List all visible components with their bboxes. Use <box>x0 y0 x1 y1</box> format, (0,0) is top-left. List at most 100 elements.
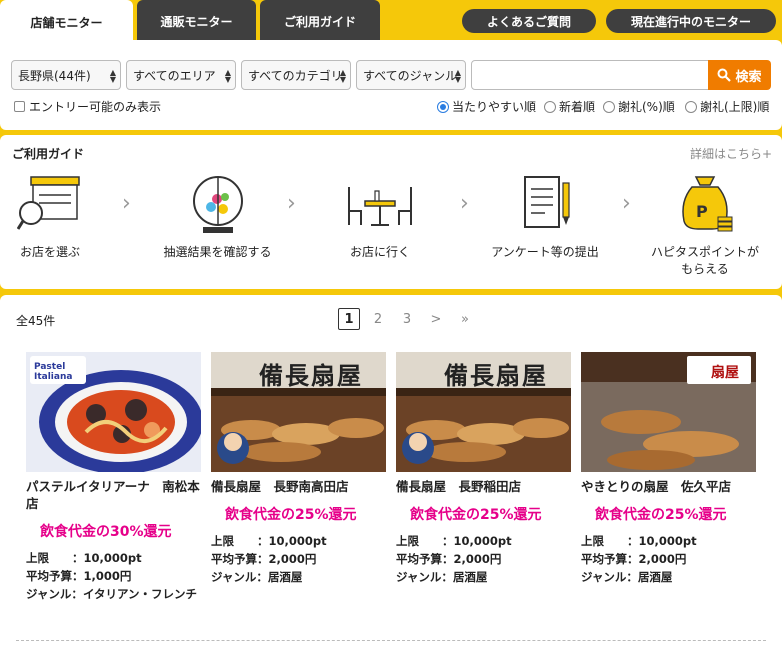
select-arrows-icon: ▲ ▼ <box>339 68 346 84</box>
budget-value: 2,000円 <box>268 552 317 566</box>
tab-mailorder-monitor[interactable]: 通販モニター <box>137 0 256 42</box>
shop-card[interactable]: 扇屋 やきとりの扇屋 佐久平店 飲食代金の25%還元 上限 ：10,000pt … <box>581 352 756 586</box>
prefecture-select[interactable]: 長野県(44件) ▲ ▼ <box>11 60 121 90</box>
guide-step-label: お店に行く <box>349 245 410 259</box>
shop-limit: 上限 ：10,000pt <box>26 549 201 567</box>
budget-label: 平均予算： <box>26 569 84 583</box>
shop-reward: 飲食代金の25%還元 <box>595 507 727 523</box>
search-button-label: 検索 <box>735 69 762 85</box>
document-pen-icon <box>524 176 570 228</box>
limit-value: 10,000pt <box>453 534 512 548</box>
genre-value: イタリアン・フレンチ <box>82 587 198 601</box>
page-2[interactable]: 2 <box>367 308 389 330</box>
shop-budget: 平均予算：2,000円 <box>211 550 386 568</box>
shop-thumbnail[interactable]: 扇屋 <box>581 352 756 472</box>
sort-option-new[interactable]: 新着順 <box>544 98 595 115</box>
guide-step-label: アンケート等の提出 <box>491 245 599 259</box>
shop-genre: ジャンル：イタリアン・フレンチ <box>26 585 201 603</box>
shop-logo: 扇屋 <box>711 365 739 381</box>
shop-genre: ジャンル：居酒屋 <box>396 568 571 586</box>
sort-radio[interactable] <box>544 100 556 113</box>
genre-label: ジャンル： <box>396 570 453 584</box>
budget-label: 平均予算： <box>396 552 454 566</box>
genre-select-value: すべてのジャンル <box>363 68 458 83</box>
guide-step-visit: お店に行く <box>335 173 425 260</box>
shop-search-icon <box>17 176 80 230</box>
budget-value: 2,000円 <box>453 552 502 566</box>
entry-only-checkbox[interactable] <box>14 101 25 112</box>
limit-label: 上限 ： <box>26 551 84 565</box>
guide-more-link[interactable]: 詳細はこちら+ <box>690 145 772 162</box>
shop-thumbnail[interactable]: 備長扇屋 <box>396 352 571 472</box>
current-monitors-button[interactable]: 現在進行中のモニター <box>606 9 776 33</box>
shop-name[interactable]: 備長扇屋 長野南高田店 <box>211 478 386 495</box>
area-select[interactable]: すべてのエリア ▲ ▼ <box>126 60 236 90</box>
category-select[interactable]: すべてのカテゴリ ▲ ▼ <box>241 60 351 90</box>
budget-value: 1,000円 <box>83 569 132 583</box>
shop-logo: 備長扇屋 <box>444 362 548 390</box>
shop-logo: 備長扇屋 <box>259 362 363 390</box>
sort-label: 謝礼(上限)順 <box>700 100 770 114</box>
sort-radio-selected[interactable] <box>437 100 449 113</box>
shop-genre: ジャンル：居酒屋 <box>211 568 386 586</box>
select-arrows-icon: ▲ ▼ <box>224 68 231 84</box>
budget-label: 平均予算： <box>211 552 269 566</box>
page-3[interactable]: 3 <box>396 308 418 330</box>
guide-step-choose: お店を選ぶ <box>10 173 90 260</box>
guide-step-label: ハピタスポイントが <box>650 245 759 259</box>
shop-logo: Pastel Italiana <box>34 362 73 382</box>
usage-guide-panel: ご利用ガイド 詳細はこちら+ お店を選ぶ › 抽選結果を確認する › お店に行く… <box>0 135 782 289</box>
pagination: 1 2 3 > » <box>338 308 483 330</box>
sort-option-reward-pct[interactable]: 謝礼(%)順 <box>603 98 675 115</box>
sort-option-reward-limit[interactable]: 謝礼(上限)順 <box>685 98 769 115</box>
page-next[interactable]: > <box>425 308 447 330</box>
entry-only-label: エントリー可能のみ表示 <box>29 100 162 114</box>
genre-value: 居酒屋 <box>267 570 303 584</box>
sort-radio[interactable] <box>685 100 697 113</box>
shop-name[interactable]: 備長扇屋 長野稲田店 <box>396 478 571 495</box>
guide-step-points: P ハピタスポイントが もらえる <box>645 173 765 277</box>
prefecture-select-value: 長野県(44件) <box>18 68 91 83</box>
sort-option-easy[interactable]: 当たりやすい順 <box>437 98 536 115</box>
guide-step-label: 抽選結果を確認する <box>163 245 272 259</box>
money-bag-icon: P <box>682 176 733 232</box>
limit-value: 10,000pt <box>83 551 142 565</box>
table-chairs-icon <box>348 187 412 226</box>
lottery-icon <box>192 176 243 233</box>
shop-reward: 飲食代金の30%還元 <box>40 524 172 540</box>
search-icon <box>717 68 732 82</box>
shop-budget: 平均予算：2,000円 <box>396 550 571 568</box>
limit-label: 上限 ： <box>396 534 454 548</box>
result-count: 全45件 <box>16 314 56 328</box>
limit-label: 上限 ： <box>581 534 639 548</box>
shop-limit: 上限 ：10,000pt <box>581 532 756 550</box>
keyword-input[interactable] <box>471 60 709 90</box>
chevron-right-icon: › <box>122 191 131 216</box>
shop-thumbnail[interactable]: 備長扇屋 <box>211 352 386 472</box>
tab-store-monitor[interactable]: 店舗モニター <box>0 0 133 44</box>
sort-radio[interactable] <box>603 100 615 113</box>
budget-value: 2,000円 <box>638 552 687 566</box>
results-divider <box>16 640 766 641</box>
shop-name[interactable]: パステルイタリアーナ 南松本店 <box>26 478 201 512</box>
sort-label: 当たりやすい順 <box>452 100 537 114</box>
shop-thumbnail[interactable]: Pastel Italiana <box>26 352 201 472</box>
shop-card[interactable]: Pastel Italiana パステルイタリアーナ 南松本店 飲食代金の30%… <box>26 352 201 603</box>
genre-label: ジャンル： <box>26 587 83 601</box>
faq-button[interactable]: よくあるご質問 <box>462 9 596 33</box>
shop-reward: 飲食代金の25%還元 <box>410 507 542 523</box>
page-last[interactable]: » <box>454 308 476 330</box>
shop-name[interactable]: やきとりの扇屋 佐久平店 <box>581 478 756 495</box>
tab-usage-guide[interactable]: ご利用ガイド <box>260 0 380 42</box>
guide-step-survey: アンケート等の提出 <box>485 173 605 260</box>
genre-select[interactable]: すべてのジャンル ▲ ▼ <box>356 60 466 90</box>
page-1[interactable]: 1 <box>338 308 360 330</box>
shop-card[interactable]: 備長扇屋 備長扇屋 長野稲田店 飲食代金の25%還元 上限 ：10,000pt … <box>396 352 571 586</box>
shop-card[interactable]: 備長扇屋 備長扇屋 長野南高田店 飲食代金の25%還元 上限 ：10,000pt… <box>211 352 386 586</box>
search-button[interactable]: 検索 <box>708 60 771 90</box>
shop-limit: 上限 ：10,000pt <box>211 532 386 550</box>
genre-label: ジャンル： <box>211 570 268 584</box>
chevron-right-icon: › <box>287 191 296 216</box>
guide-step-label: お店を選ぶ <box>19 245 80 259</box>
entry-only-toggle[interactable]: エントリー可能のみ表示 <box>14 98 161 115</box>
